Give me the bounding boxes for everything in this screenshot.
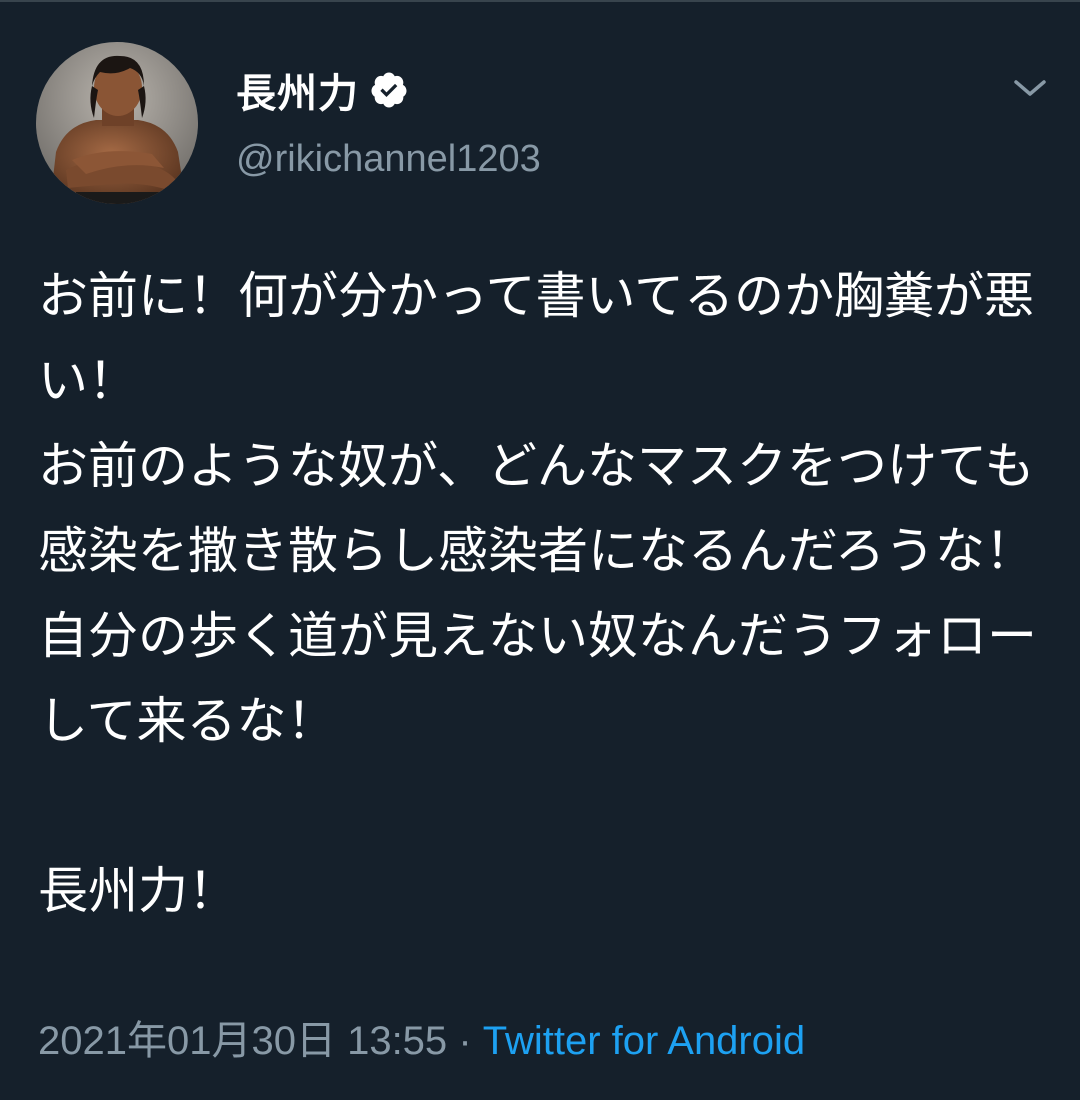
author-handle[interactable]: @rikichannel1203: [236, 138, 541, 181]
author-name-row[interactable]: 長州力: [236, 62, 409, 118]
verified-badge-icon: [369, 70, 409, 110]
tweet-source-link[interactable]: Twitter for Android: [483, 1019, 805, 1063]
meta-separator: ·: [458, 1019, 472, 1063]
chevron-down-icon[interactable]: [1008, 66, 1052, 110]
author-avatar[interactable]: [36, 42, 198, 204]
tweet-timestamp[interactable]: 2021年01月30日 13:55: [38, 1019, 447, 1063]
tweet-text: お前に！何が分かって書いてるのか胸糞が悪い！ お前のような奴が、どんなマスクをつ…: [38, 267, 1037, 920]
tweet: 長州力 @rikichannel1203 お前に！何が分かって書いてるのか胸糞が…: [0, 0, 1080, 1100]
wrestler-avatar-icon: [36, 42, 198, 204]
author-display-name[interactable]: 長州力: [236, 61, 359, 119]
tweet-meta: 2021年01月30日 13:55 · Twitter for Android: [38, 1008, 805, 1066]
